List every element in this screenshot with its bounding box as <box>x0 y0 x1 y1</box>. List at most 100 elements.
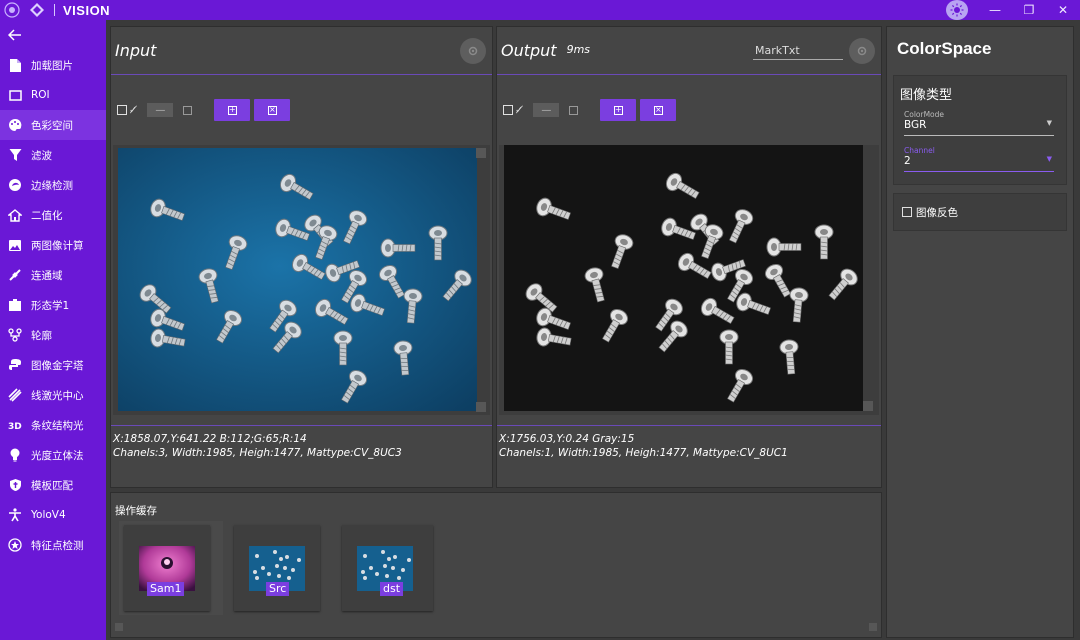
brush-check-icon: ✓̸ <box>129 104 138 116</box>
output-panel: Output 9ms MarkTxt ✓̸ — + × X:1756.03,Y:… <box>496 26 882 488</box>
shield-icon <box>7 477 23 493</box>
minus-icon: — <box>155 104 166 116</box>
theme-toggle-button[interactable] <box>946 0 968 20</box>
input-clear-button[interactable]: × <box>254 99 291 121</box>
input-vscroll-up[interactable] <box>476 148 486 158</box>
person-icon <box>7 507 23 523</box>
sidebar-item-12[interactable]: 3D 条纹结构光 <box>0 410 106 440</box>
rectangle-icon <box>7 87 23 103</box>
input-checkbox[interactable] <box>117 105 127 115</box>
plus-square-icon: + <box>613 105 623 115</box>
brush-check-icon: ✓̸ <box>515 104 524 116</box>
channel-select[interactable]: Channel 2 ▼ <box>904 146 1054 172</box>
sidebar-item-15[interactable]: YoloV4 <box>0 500 106 530</box>
input-add-button[interactable]: + <box>214 99 251 121</box>
cache-hscroll-left[interactable] <box>115 623 123 631</box>
app-title: VISION <box>63 2 111 18</box>
palette-icon <box>7 117 23 133</box>
sidebar-item-16[interactable]: 特征点检测 <box>0 530 106 560</box>
colorspace-panel: ColorSpace 图像类型 ColorMode BGR ▼ Channel … <box>886 26 1074 638</box>
sidebar-item-13[interactable]: 光度立体法 <box>0 440 106 470</box>
sidebar-item-label: 加载图片 <box>31 59 73 72</box>
sidebar-item-6[interactable]: 两图像计算 <box>0 230 106 260</box>
image-type-card: 图像类型 ColorMode BGR ▼ Channel 2 ▼ <box>893 75 1067 185</box>
plus-square-icon: + <box>227 105 237 115</box>
input-title: Input <box>115 41 157 60</box>
cache-hscroll-right[interactable] <box>869 623 877 631</box>
sidebar-item-14[interactable]: 模板匹配 <box>0 470 106 500</box>
sidebar-item-9[interactable]: 轮廓 <box>0 320 106 350</box>
output-vscroll-down[interactable] <box>863 401 873 411</box>
mark-text-input[interactable]: MarkTxt <box>753 42 843 60</box>
input-fit-button[interactable] <box>183 105 193 115</box>
sun-icon <box>950 3 964 17</box>
dst-label: dst <box>380 582 404 596</box>
sidebar-item-8[interactable]: 形态学1 <box>0 290 106 320</box>
restore-icon: ❐ <box>1023 3 1035 17</box>
output-fit-button[interactable] <box>569 105 579 115</box>
python-icon <box>7 357 23 373</box>
image-type-title: 图像类型 <box>900 88 953 103</box>
sidebar-item-label: 线激光中心 <box>31 389 84 402</box>
gear-icon <box>468 46 478 55</box>
sidebar-item-label: 连通域 <box>31 269 63 282</box>
output-title: Output <box>501 41 557 60</box>
gear-icon <box>857 46 867 55</box>
output-image <box>504 145 863 411</box>
invert-checkbox[interactable] <box>902 207 912 217</box>
title-bar: VISION — ❐ ✕ <box>0 0 1080 20</box>
sidebar-item-label: YoloV4 <box>31 509 66 521</box>
colorspace-title: ColorSpace <box>897 39 992 58</box>
network-icon <box>7 267 23 283</box>
input-settings-button[interactable] <box>460 37 486 64</box>
sam1-label: Sam1 <box>147 582 185 596</box>
sidebar-item-1[interactable]: ROI <box>0 80 106 110</box>
input-info-divider <box>111 425 492 426</box>
sidebar-item-10[interactable]: 图像金字塔 <box>0 350 106 380</box>
sidebar-item-3[interactable]: 滤波 <box>0 140 106 170</box>
colormode-value: BGR <box>904 119 927 131</box>
input-vscroll-down[interactable] <box>476 402 486 412</box>
output-zoom-out-button[interactable]: — <box>533 103 560 117</box>
edge-icon <box>7 177 23 193</box>
colormode-select[interactable]: ColorMode BGR ▼ <box>904 110 1054 136</box>
sidebar-item-7[interactable]: 连通域 <box>0 260 106 290</box>
output-time: 9ms <box>566 43 591 56</box>
channel-label: Channel <box>904 146 935 155</box>
restore-button[interactable]: ❐ <box>1012 0 1046 20</box>
output-image-viewer[interactable] <box>499 145 879 415</box>
sidebar-item-4[interactable]: 边缘检测 <box>0 170 106 200</box>
chevron-down-icon: ▼ <box>1046 155 1052 163</box>
close-button[interactable]: ✕ <box>1046 0 1080 20</box>
arrow-left-icon <box>8 29 21 41</box>
sidebar-item-label: 滤波 <box>31 149 52 162</box>
output-pixel-info: X:1756.03,Y:0.24 Gray:15 <box>499 433 635 445</box>
output-checkbox[interactable] <box>503 105 513 115</box>
output-add-button[interactable]: + <box>600 99 637 121</box>
title-separator <box>54 4 55 16</box>
output-image-info: Chanels:1, Width:1985, Heigh:1477, Matty… <box>499 447 788 459</box>
sidebar-item-2[interactable]: 色彩空间 <box>0 110 106 140</box>
shape-icon <box>7 297 23 313</box>
cache-item-dst[interactable]: dst <box>342 525 433 611</box>
minimize-icon: — <box>989 3 1001 17</box>
sidebar-item-label: 轮廓 <box>31 329 52 342</box>
sidebar-item-0[interactable]: 加载图片 <box>0 50 106 80</box>
output-info-divider <box>497 425 881 426</box>
sidebar-item-11[interactable]: 线激光中心 <box>0 380 106 410</box>
home-icon <box>7 207 23 223</box>
cache-item-src[interactable]: Src <box>234 525 320 611</box>
minimize-button[interactable]: — <box>978 0 1012 20</box>
cache-item-sam1[interactable]: Sam1 <box>124 525 210 611</box>
sidebar-item-5[interactable]: 二值化 <box>0 200 106 230</box>
back-button[interactable] <box>0 20 106 50</box>
output-settings-button[interactable] <box>849 37 875 64</box>
colormode-label: ColorMode <box>904 110 945 119</box>
output-clear-button[interactable]: × <box>640 99 677 121</box>
cache-title: 操作缓存 <box>115 505 157 517</box>
input-zoom-out-button[interactable]: — <box>147 103 174 117</box>
invert-card: 图像反色 <box>893 193 1067 231</box>
filter-icon <box>7 147 23 163</box>
star-icon <box>7 537 23 553</box>
input-image-viewer[interactable] <box>113 145 490 415</box>
